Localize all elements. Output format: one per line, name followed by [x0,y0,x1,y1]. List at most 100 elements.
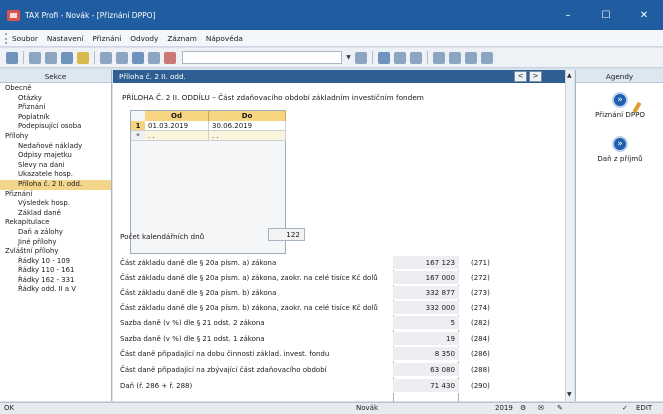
status-bar: OK Novák 2019 ⚙ ✉ ✎ ✓ EDIT [0,402,663,414]
sidebar-item[interactable]: Přiznání [0,103,111,113]
dropdown-arrow-icon[interactable]: ▼ [344,52,353,63]
grid-icon[interactable] [148,51,160,64]
table-icon[interactable] [433,51,445,64]
settings-gear-icon[interactable]: ⚙ [520,403,526,414]
sign-pen-icon[interactable]: ✎ [557,403,563,414]
summary-row: Sazba daně (v %) dle § 21 odst. 2 zákona… [113,316,565,331]
summary-label: Část základu daně dle § 20a písm. a) zák… [120,274,378,282]
menu-soubor[interactable]: Soubor [12,34,38,43]
scroll-up-icon[interactable]: ▲ [567,72,572,79]
agenda-dan-z-prijmu[interactable]: » Daň z příjmů [576,136,663,163]
next-record-icon[interactable] [410,51,422,64]
summary-row: Část daně připadající na zbývající část … [113,363,565,378]
summary-row: Část základu daně dle § 20a písm. a) zák… [113,256,565,271]
open-icon[interactable] [6,51,18,64]
print-icon[interactable] [29,51,41,64]
window-title: TAX Profi - Novák - [Přiznání DPPO] [25,10,156,20]
list-icon[interactable] [465,51,477,64]
close-button[interactable]: ✕ [625,0,663,30]
summary-value: 5 [393,316,459,330]
new-record-icon[interactable] [100,51,112,64]
vertical-scrollbar[interactable]: ▲ ▼ [565,70,574,401]
sidebar-item[interactable]: Slevy na dani [0,161,111,171]
sidebar-item[interactable]: Rekapitulace [0,218,111,228]
summary-label: Sazba daně (v %) dle § 21 odst. 2 zákona [120,319,265,327]
agenda-arrow-icon: » [612,136,628,152]
sidebar-item[interactable]: Odpisy majetku [0,151,111,161]
agenda-label: Daň z příjmů [597,154,643,163]
next-page-button[interactable]: > [529,71,542,82]
toolbar: ▼ [0,48,663,68]
summary-row-code: (284) [471,335,490,343]
grid-header-od[interactable]: Od [145,111,209,121]
menu-nastaveni[interactable]: Nastavení [47,34,84,43]
menu-zaznam[interactable]: Záznam [167,34,197,43]
tools-icon[interactable] [481,51,493,64]
sidebar-item[interactable]: Nedaňové náklady [0,142,111,152]
menu-napoveda[interactable]: Nápověda [206,34,243,43]
grid-new-cell-do[interactable]: . . [209,131,286,141]
sidebar-item[interactable]: Poplatník [0,113,111,123]
days-count-field[interactable]: 122 [268,228,305,241]
content-header: Příloha č. 2 II. odd. < > [113,70,565,83]
grid-cell-od[interactable]: 01.03.2019 [145,121,209,131]
sidebar-item[interactable]: Daň a zálohy [0,228,111,238]
summary-label: Část základu daně dle § 20a písm. b) zák… [120,289,277,297]
toolbar-search-input[interactable] [182,51,342,64]
sidebar-item[interactable]: Základ daně [0,209,111,219]
sidebar-item[interactable]: Přiznání [0,190,111,200]
grid-new-row-marker[interactable]: * [131,131,145,141]
delete-icon[interactable] [164,51,176,64]
agenda-priznani-dppo[interactable]: » Přiznání DPPO [576,92,663,119]
menu-bar: Soubor Nastavení Přiznání Odvody Záznam … [0,30,663,47]
toolbar-divider [372,51,373,64]
confirm-icon[interactable] [116,51,128,64]
sidebar-item[interactable]: Řádky 110 - 161 [0,266,111,276]
report-icon[interactable] [449,51,461,64]
sidebar-item[interactable]: Ukazatele hosp. [0,170,111,180]
maximize-button[interactable]: ☐ [587,0,625,30]
edit-mode-check-icon: ✓ [622,404,628,412]
summary-row-code: (286) [471,350,490,358]
print-preview-icon[interactable] [45,51,57,64]
prev-page-button[interactable]: < [514,71,527,82]
grid-cell-do[interactable]: 30.06.2019 [209,121,286,131]
first-record-icon[interactable] [378,51,390,64]
sidebar-item[interactable]: Řádky 10 - 109 [0,257,111,267]
summary-label: Část daně připadající na zbývající část … [120,366,327,374]
summary-value: 167 123 [393,256,459,270]
main-content: Příloha č. 2 II. odd. < > PŘÍLOHA Č. 2 I… [113,70,565,406]
scroll-down-icon[interactable]: ▼ [567,391,572,398]
menu-odvody[interactable]: Odvody [130,34,158,43]
content-header-title: Příloha č. 2 II. odd. [119,72,186,81]
sidebar-item[interactable]: Otázky [0,94,111,104]
export-icon[interactable] [61,51,73,64]
sidebar-item[interactable]: Výsledek hosp. [0,199,111,209]
grid-row-number[interactable]: 1 [131,121,145,131]
sidebar-item[interactable]: Zvláštní přílohy [0,247,111,257]
title-bar: TAX Profi - Novák - [Přiznání DPPO] – ☐ … [0,0,663,30]
summary-value: 19 [393,332,459,346]
summary-value: 332 877 [393,286,459,300]
summary-label: Část základu daně dle § 20a písm. a) zák… [120,259,277,267]
grid-header-do[interactable]: Do [209,111,286,121]
prev-record-icon[interactable] [394,51,406,64]
filter-icon[interactable] [355,51,367,64]
mail-icon[interactable]: ✉ [538,403,544,414]
summary-row-code: (272) [471,274,490,282]
sidebar-item[interactable]: Jiné přílohy [0,238,111,248]
save-icon[interactable] [132,51,144,64]
folder-icon[interactable] [77,51,89,64]
toolbar-divider [94,51,95,64]
grid-new-cell-od[interactable]: . . [145,131,209,141]
sidebar-item[interactable]: Obecné [0,84,111,94]
agenda-arrow-icon: » [612,92,628,108]
sidebar-item[interactable]: Řádky odd. II a V [0,285,111,295]
minimize-button[interactable]: – [549,0,587,30]
sidebar-item[interactable]: Přílohy [0,132,111,142]
summary-row-code: (290) [471,382,490,390]
summary-row: Část základu daně dle § 20a písm. a) zák… [113,271,565,286]
menu-priznani[interactable]: Přiznání [92,34,121,43]
sidebar-item[interactable]: Příloha č. 2 II. odd. [0,179,111,190]
sidebar-item[interactable]: Podepisující osoba [0,122,111,132]
